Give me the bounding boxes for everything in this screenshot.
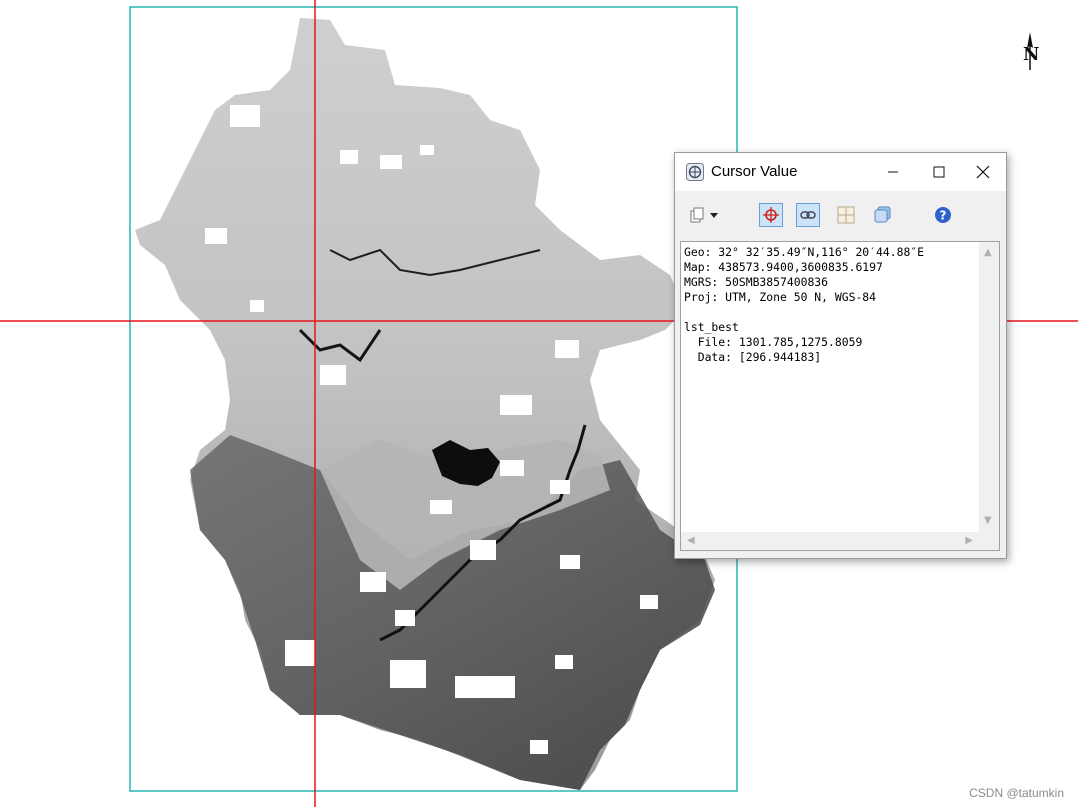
vertical-scrollbar[interactable]: ▲ ▼	[979, 242, 999, 532]
raster-layer	[135, 18, 715, 790]
minimize-button[interactable]	[870, 153, 916, 191]
cursor-info-textbox[interactable]: Geo: 32° 32′35.49″N,116° 20′44.88″E Map:…	[680, 241, 1000, 551]
mgrs-line: MGRS: 50SMB3857400836	[684, 275, 829, 289]
watermark: CSDN @tatumkin	[969, 786, 1064, 800]
proj-line: Proj: UTM, Zone 50 N, WGS-84	[684, 290, 877, 304]
layers-button[interactable]	[871, 203, 895, 227]
copy-button[interactable]	[685, 203, 709, 227]
scroll-left-icon[interactable]: ◀	[687, 536, 695, 546]
help-icon: ?	[935, 207, 951, 223]
map-line: Map: 438573.9400,3600835.6197	[684, 260, 883, 274]
scroll-down-icon[interactable]: ▼	[984, 516, 992, 526]
copy-dropdown-button[interactable]	[707, 203, 721, 227]
file-coord-line: File: 1301.785,1275.8059	[684, 335, 863, 349]
crosshair-icon	[763, 207, 779, 223]
minimize-icon	[888, 171, 898, 173]
data-value-line: Data: [296.944183]	[684, 350, 822, 364]
close-button[interactable]	[960, 153, 1006, 191]
scrollbar-corner	[979, 532, 999, 550]
svg-text:?: ?	[940, 209, 947, 223]
dropdown-arrow-icon	[710, 213, 718, 218]
link-icon	[800, 211, 816, 219]
window-titlebar[interactable]: Cursor Value	[675, 153, 1006, 191]
north-arrow-label: N	[1023, 44, 1040, 65]
cursor-value-window[interactable]: Cursor Value ? Geo: 32° 32′35.49″N,116° …	[674, 152, 1007, 559]
help-button[interactable]: ?	[931, 203, 955, 227]
maximize-icon	[933, 166, 945, 178]
horizontal-scrollbar[interactable]: ◀ ▶	[681, 532, 979, 550]
scroll-right-icon[interactable]: ▶	[965, 536, 973, 546]
grid-icon	[837, 206, 855, 224]
app-globe-icon	[686, 163, 704, 181]
copy-icon	[690, 207, 704, 223]
window-title: Cursor Value	[711, 163, 798, 180]
geo-line: Geo: 32° 32′35.49″N,116° 20′44.88″E	[684, 245, 925, 259]
link-toggle-button[interactable]	[796, 203, 820, 227]
north-arrow: N	[1018, 30, 1042, 72]
maximize-button[interactable]	[916, 153, 962, 191]
layer-name-line: lst_best	[684, 320, 739, 334]
cursor-info-lines: Geo: 32° 32′35.49″N,116° 20′44.88″E Map:…	[684, 245, 924, 365]
window-toolbar: ?	[675, 193, 1006, 237]
close-icon	[976, 165, 990, 179]
crosshair-toggle-button[interactable]	[759, 203, 783, 227]
layers-icon	[874, 206, 891, 223]
grid-button[interactable]	[834, 203, 858, 227]
scroll-up-icon[interactable]: ▲	[984, 248, 992, 258]
